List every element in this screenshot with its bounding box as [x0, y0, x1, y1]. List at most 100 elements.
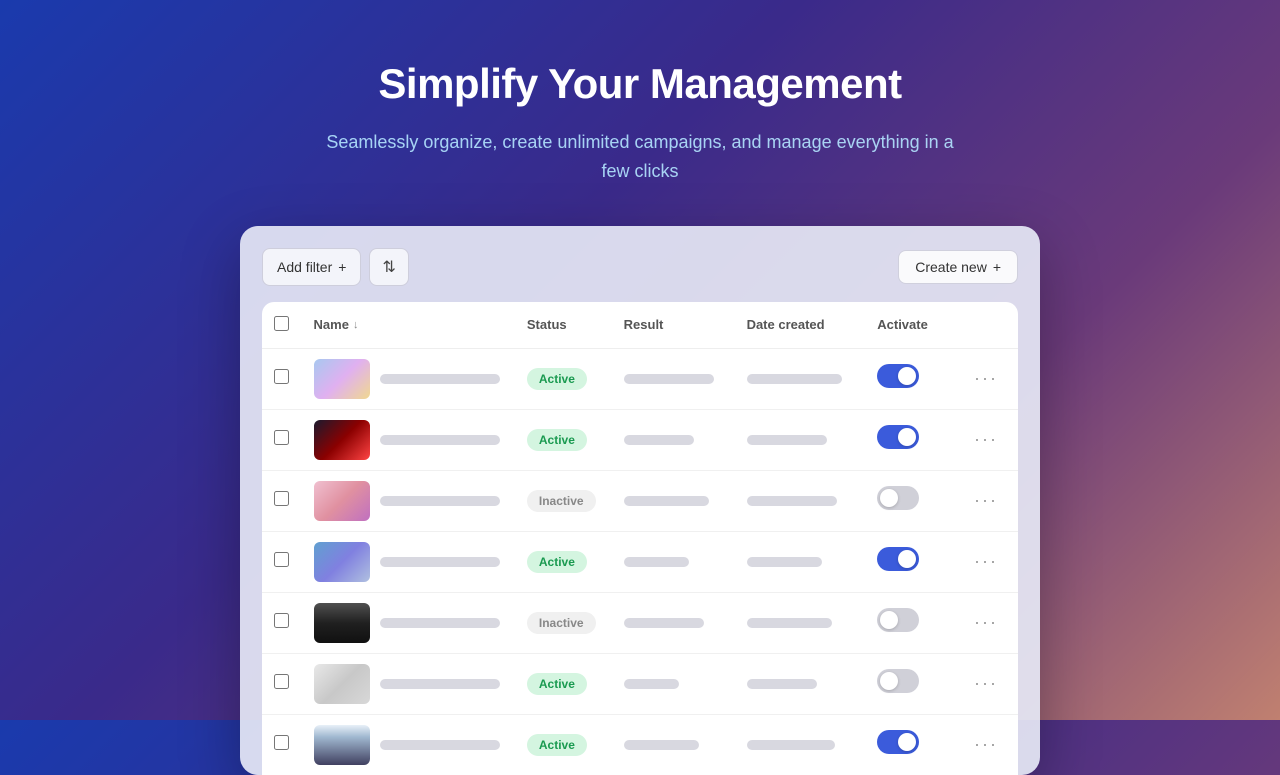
add-filter-label: Add filter: [277, 259, 332, 275]
row-date-cell: [735, 531, 866, 592]
row-more-cell: ···: [954, 714, 1018, 775]
date-bar: [747, 740, 835, 750]
row-activate-cell: [865, 531, 954, 592]
row-activate-cell: [865, 653, 954, 714]
row-checkbox[interactable]: [274, 735, 289, 750]
status-badge: Active: [527, 368, 587, 390]
date-bar: [747, 679, 817, 689]
row-checkbox-cell: [262, 653, 302, 714]
row-status-cell: Active: [515, 409, 612, 470]
row-more-cell: ···: [954, 348, 1018, 409]
toggle-knob: [898, 733, 916, 751]
date-bar: [747, 618, 832, 628]
result-bar: [624, 740, 699, 750]
activate-toggle[interactable]: [877, 669, 919, 693]
row-thumbnail: [314, 542, 370, 582]
date-bar: [747, 374, 842, 384]
header-result: Result: [612, 302, 735, 349]
main-panel: Add filter + ⇅ Create new + Name: [240, 226, 1040, 775]
row-more-cell: ···: [954, 470, 1018, 531]
row-date-cell: [735, 348, 866, 409]
row-checkbox[interactable]: [274, 552, 289, 567]
row-name-bar: [380, 618, 500, 628]
result-bar: [624, 435, 694, 445]
status-badge: Active: [527, 551, 587, 573]
more-options-button[interactable]: ···: [966, 364, 1006, 393]
row-thumbnail: [314, 420, 370, 460]
table-row: Active ···: [262, 409, 1018, 470]
row-thumbnail: [314, 359, 370, 399]
row-result-cell: [612, 714, 735, 775]
row-more-cell: ···: [954, 592, 1018, 653]
row-thumbnail: [314, 725, 370, 765]
row-activate-cell: [865, 470, 954, 531]
row-thumbnail: [314, 603, 370, 643]
row-checkbox[interactable]: [274, 369, 289, 384]
sort-icon: ⇅: [382, 259, 395, 276]
row-status-cell: Inactive: [515, 592, 612, 653]
row-name-cell: [302, 348, 515, 409]
row-checkbox[interactable]: [274, 491, 289, 506]
row-name-bar: [380, 496, 500, 506]
row-date-cell: [735, 592, 866, 653]
row-date-cell: [735, 653, 866, 714]
row-thumbnail: [314, 664, 370, 704]
more-options-button[interactable]: ···: [966, 730, 1006, 759]
row-activate-cell: [865, 592, 954, 653]
row-more-cell: ···: [954, 409, 1018, 470]
hero-section: Simplify Your Management Seamlessly orga…: [300, 0, 980, 226]
status-badge: Inactive: [527, 490, 596, 512]
row-checkbox[interactable]: [274, 674, 289, 689]
add-filter-button[interactable]: Add filter +: [262, 248, 361, 286]
row-name-bar: [380, 557, 500, 567]
date-bar: [747, 496, 837, 506]
row-result-cell: [612, 348, 735, 409]
header-more: [954, 302, 1018, 349]
row-name-bar: [380, 679, 500, 689]
toggle-knob: [880, 672, 898, 690]
row-checkbox[interactable]: [274, 430, 289, 445]
name-sort-icon: ↓: [353, 319, 359, 331]
select-all-checkbox[interactable]: [274, 316, 289, 331]
result-bar: [624, 618, 704, 628]
result-bar: [624, 496, 709, 506]
row-date-cell: [735, 470, 866, 531]
header-checkbox-cell: [262, 302, 302, 349]
row-checkbox-cell: [262, 470, 302, 531]
row-more-cell: ···: [954, 531, 1018, 592]
row-thumbnail: [314, 481, 370, 521]
more-options-button[interactable]: ···: [966, 608, 1006, 637]
result-bar: [624, 557, 689, 567]
more-options-button[interactable]: ···: [966, 486, 1006, 515]
date-bar: [747, 557, 822, 567]
row-checkbox-cell: [262, 348, 302, 409]
status-badge: Inactive: [527, 612, 596, 634]
activate-toggle[interactable]: [877, 730, 919, 754]
table-row: Active ···: [262, 531, 1018, 592]
activate-toggle[interactable]: [877, 608, 919, 632]
row-date-cell: [735, 714, 866, 775]
activate-toggle[interactable]: [877, 547, 919, 571]
row-status-cell: Active: [515, 653, 612, 714]
row-more-cell: ···: [954, 653, 1018, 714]
more-options-button[interactable]: ···: [966, 547, 1006, 576]
header-date-created: Date created: [735, 302, 866, 349]
row-name-cell: [302, 714, 515, 775]
row-result-cell: [612, 592, 735, 653]
sort-button[interactable]: ⇅: [369, 248, 408, 286]
more-options-button[interactable]: ···: [966, 425, 1006, 454]
activate-toggle[interactable]: [877, 364, 919, 388]
create-new-icon: +: [993, 259, 1001, 275]
table-header-row: Name ↓ Status Result Date created Activa…: [262, 302, 1018, 349]
result-bar: [624, 679, 679, 689]
table-row: Inactive ···: [262, 470, 1018, 531]
more-options-button[interactable]: ···: [966, 669, 1006, 698]
row-checkbox-cell: [262, 592, 302, 653]
toggle-knob: [898, 367, 916, 385]
row-checkbox[interactable]: [274, 613, 289, 628]
create-new-button[interactable]: Create new +: [898, 250, 1018, 284]
activate-toggle[interactable]: [877, 486, 919, 510]
header-activate: Activate: [865, 302, 954, 349]
activate-toggle[interactable]: [877, 425, 919, 449]
row-date-cell: [735, 409, 866, 470]
